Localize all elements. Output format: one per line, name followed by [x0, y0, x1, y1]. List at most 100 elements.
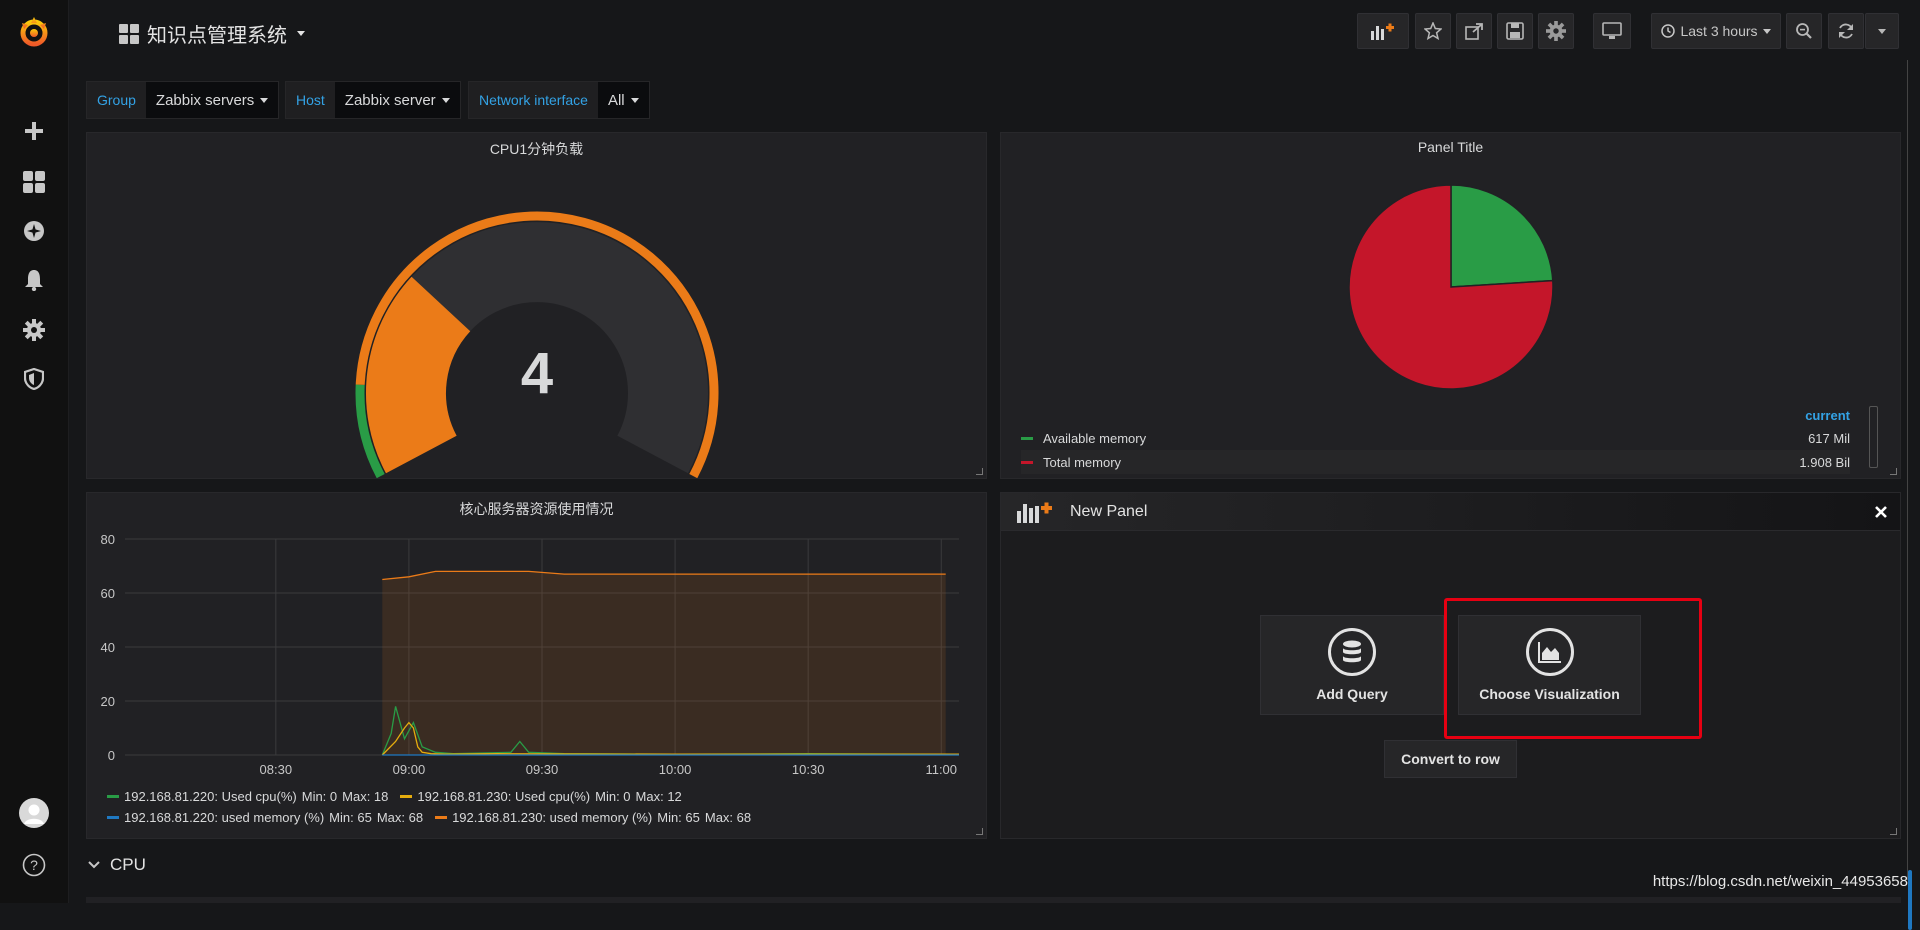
new-panel: New Panel Add Query Choose Visualization… [1000, 492, 1901, 839]
grafana-logo-icon[interactable] [16, 14, 52, 50]
row-header-cpu[interactable]: CPU [88, 855, 146, 875]
explore-compass-icon[interactable] [18, 215, 50, 247]
x-tick-label: 09:00 [393, 762, 426, 777]
pie-panel-title[interactable]: Panel Title [1001, 139, 1900, 155]
legend-item-name: Total memory [1043, 454, 1122, 470]
scrollbar-thumb[interactable] [1907, 60, 1914, 880]
pie-legend-item[interactable]: Available memory 617 Mil [1021, 426, 1850, 450]
chevron-down-icon [441, 97, 450, 103]
gauge-panel[interactable]: CPU1分钟负载 4 [86, 132, 987, 479]
dashboards-icon[interactable] [18, 166, 50, 198]
chevron-down-icon [630, 97, 639, 103]
y-tick-label: 80 [101, 532, 115, 547]
legend-color-swatch [400, 795, 413, 798]
convert-to-row-button[interactable]: Convert to row [1384, 740, 1517, 778]
chevron-down-icon [1878, 28, 1886, 34]
network-interface-variable-select[interactable]: All [597, 82, 649, 118]
add-panel-button[interactable] [1357, 13, 1409, 49]
refresh-interval-dropdown[interactable] [1865, 13, 1899, 49]
legend-series-name: 192.168.81.230: used memory (%) [452, 810, 653, 825]
x-tick-label: 11:00 [925, 762, 957, 777]
graph-legend-row-1: 192.168.81.220: Used cpu(%) Min: 0 Max: … [107, 789, 682, 804]
dashboard-picker[interactable]: 知识点管理系统 [119, 19, 305, 48]
y-tick-label: 0 [108, 748, 115, 763]
legend-item-value: 1.908 Bil [1799, 454, 1850, 470]
group-variable: Group Zabbix servers [86, 81, 280, 119]
legend-color-swatch [435, 816, 448, 819]
legend-min: Min: 0 [595, 789, 631, 804]
pie-panel[interactable]: Panel Title current Available memory 617… [1000, 132, 1901, 479]
y-tick-label: 20 [101, 694, 115, 709]
cycle-view-mode-button[interactable] [1593, 13, 1631, 49]
graph-legend-item[interactable]: 192.168.81.220: used memory (%) Min: 65 … [107, 810, 423, 825]
alerting-bell-icon[interactable] [18, 264, 50, 296]
chevron-down-icon [260, 97, 269, 103]
host-variable-value: Zabbix server [344, 91, 436, 109]
svg-text:?: ? [30, 857, 38, 873]
legend-min: Min: 0 [301, 789, 338, 804]
convert-to-row-label: Convert to row [1401, 751, 1500, 767]
time-picker-button[interactable]: Last 3 hours [1651, 13, 1781, 49]
y-tick-label: 60 [101, 586, 115, 601]
legend-item-value: 617 Mil [1808, 430, 1850, 446]
graph-legend-item[interactable]: 192.168.81.230: used memory (%) Min: 65 … [435, 810, 751, 825]
memory-pie-chart [1348, 184, 1554, 390]
graph-panel[interactable]: 核心服务器资源使用情况 0 20 40 60 80 08:30 09:00 09:30 10:0… [86, 492, 987, 839]
add-query-button[interactable]: Add Query [1260, 615, 1444, 715]
pie-slice-available-memory[interactable] [1450, 184, 1554, 288]
host-variable-label: Host [286, 82, 335, 118]
timeseries-graph: 0 20 40 60 80 08:30 09:00 09:30 10:00 10:30 11:00 [101, 532, 960, 777]
clock-icon [1661, 24, 1676, 38]
network-interface-variable-value: All [607, 91, 625, 109]
network-interface-variable-label: Network interface [469, 82, 598, 118]
legend-series-name: 192.168.81.220: used memory (%) [124, 810, 325, 825]
row-title: CPU [110, 855, 146, 874]
group-variable-select[interactable]: Zabbix servers [145, 82, 279, 118]
x-tick-label: 09:30 [526, 762, 559, 777]
legend-max: Max: 68 [376, 810, 424, 825]
legend-color-swatch [1021, 436, 1033, 440]
panel-resize-handle[interactable] [976, 828, 983, 835]
y-tick-label: 40 [101, 640, 115, 655]
legend-min: Min: 65 [329, 810, 372, 825]
legend-min: Min: 65 [657, 810, 700, 825]
legend-color-swatch [107, 795, 119, 798]
panel-resize-handle[interactable] [976, 468, 983, 475]
close-icon[interactable] [1874, 505, 1888, 519]
dashboard-title: 知识点管理系统 [147, 25, 287, 47]
panel-resize-handle[interactable] [1890, 828, 1897, 835]
star-dashboard-button[interactable] [1415, 13, 1451, 49]
legend-item-name: Available memory [1043, 430, 1147, 446]
group-variable-label: Group [87, 82, 146, 118]
pie-legend-item[interactable]: Total memory 1.908 Bil [1021, 450, 1850, 474]
configuration-gear-icon[interactable] [18, 314, 50, 346]
panel-resize-handle[interactable] [1890, 468, 1897, 475]
graph-legend-row-2: 192.168.81.220: used memory (%) Min: 65 … [107, 810, 751, 825]
graph-legend-item[interactable]: 192.168.81.220: Used cpu(%) Min: 0 Max: … [107, 789, 388, 804]
user-avatar-icon[interactable] [18, 797, 50, 829]
x-tick-label: 10:00 [659, 762, 692, 777]
new-panel-icon [1016, 501, 1054, 523]
page-scrollbar[interactable] [1906, 60, 1914, 930]
host-variable-select[interactable]: Zabbix server [334, 82, 460, 118]
legend-scrollbar[interactable] [1869, 406, 1878, 468]
time-range-label: Last 3 hours [1680, 23, 1758, 39]
save-dashboard-button[interactable] [1497, 13, 1533, 49]
cpu-gauge: 4 [355, 211, 719, 478]
share-dashboard-button[interactable] [1456, 13, 1492, 49]
zoom-out-button[interactable] [1786, 13, 1822, 49]
graph-legend-item[interactable]: 192.168.81.230: Used cpu(%) Min: 0 Max: … [400, 789, 682, 804]
pie-legend-header[interactable]: current [1805, 408, 1850, 423]
series-area-192-168-81-230-used-memory [382, 571, 946, 755]
legend-max: Max: 68 [704, 810, 752, 825]
help-icon[interactable]: ? [18, 849, 50, 881]
highlight-box [1444, 598, 1702, 739]
server-admin-shield-icon[interactable] [18, 363, 50, 395]
dashboard-settings-button[interactable] [1538, 13, 1574, 49]
scroll-indicator [1908, 870, 1912, 930]
x-tick-label: 08:30 [260, 762, 293, 777]
refresh-button[interactable] [1828, 13, 1864, 49]
plus-icon[interactable] [18, 115, 50, 147]
legend-series-name: 192.168.81.230: Used cpu(%) [417, 789, 591, 804]
dashboard-grid-icon [119, 23, 139, 44]
